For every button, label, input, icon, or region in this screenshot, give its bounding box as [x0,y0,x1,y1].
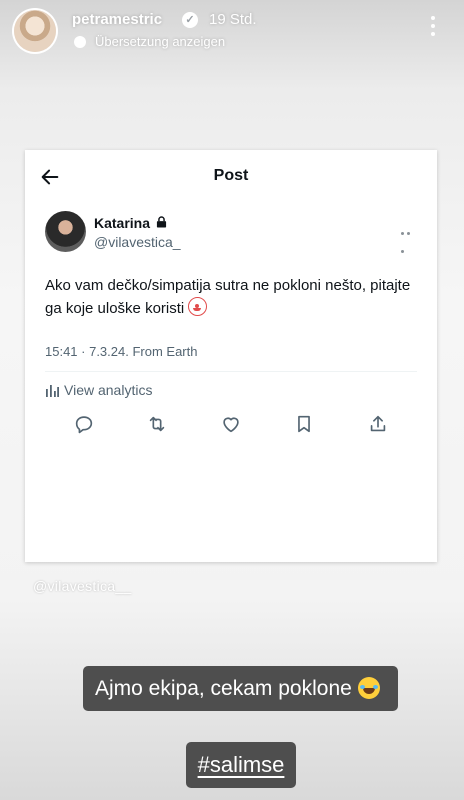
more-vertical-icon[interactable] [428,16,438,42]
story-username[interactable]: petramestric [72,11,162,28]
author-name[interactable]: Katarina [94,215,150,231]
verified-icon: ✓ [182,12,198,28]
caption-text: Ajmo ekipa, cekam poklone [95,677,352,700]
caption-sticker[interactable]: Ajmo ekipa, cekam poklone [83,666,398,711]
more-horizontal-icon[interactable] [401,222,417,253]
clown-emoji-icon [188,297,208,316]
translate-icon[interactable] [74,36,86,48]
divider [45,371,417,372]
laugh-emoji-icon [357,677,380,699]
hashtag-sticker[interactable]: #salimse [186,742,296,788]
lock-icon [156,216,167,228]
bookmark-icon[interactable] [293,413,315,435]
story-time: 19 Std. [209,11,257,28]
tweet-timestamp: 15:41 · 7.3.24. From Earth [45,344,198,359]
post-title: Post [213,167,249,184]
tweet-card: Post Katarina @vilavestica_ Ako vam dečk… [25,150,437,562]
tweet-text: Ako vam dečko/simpatija sutra ne pokloni… [45,275,415,320]
retweet-icon[interactable] [146,413,168,435]
hashtag-text: #salimse [197,752,285,777]
analytics-icon[interactable] [45,383,59,397]
author-avatar[interactable] [45,211,86,252]
watermark: @vilavestica__ [33,578,132,594]
tweet-text-body: Ako vam dečko/simpatija sutra ne pokloni… [45,277,411,317]
story-header: petramestric ✓ 19 Std. Übersetzung anzei… [0,0,464,60]
reply-icon[interactable] [73,413,95,435]
share-icon[interactable] [367,413,389,435]
story-avatar[interactable] [14,10,56,52]
author-handle[interactable]: @vilavestica_ [94,234,181,250]
view-analytics-link[interactable]: View analytics [64,382,152,398]
like-icon[interactable] [220,413,242,435]
translate-link[interactable]: Übersetzung anzeigen [95,34,225,49]
